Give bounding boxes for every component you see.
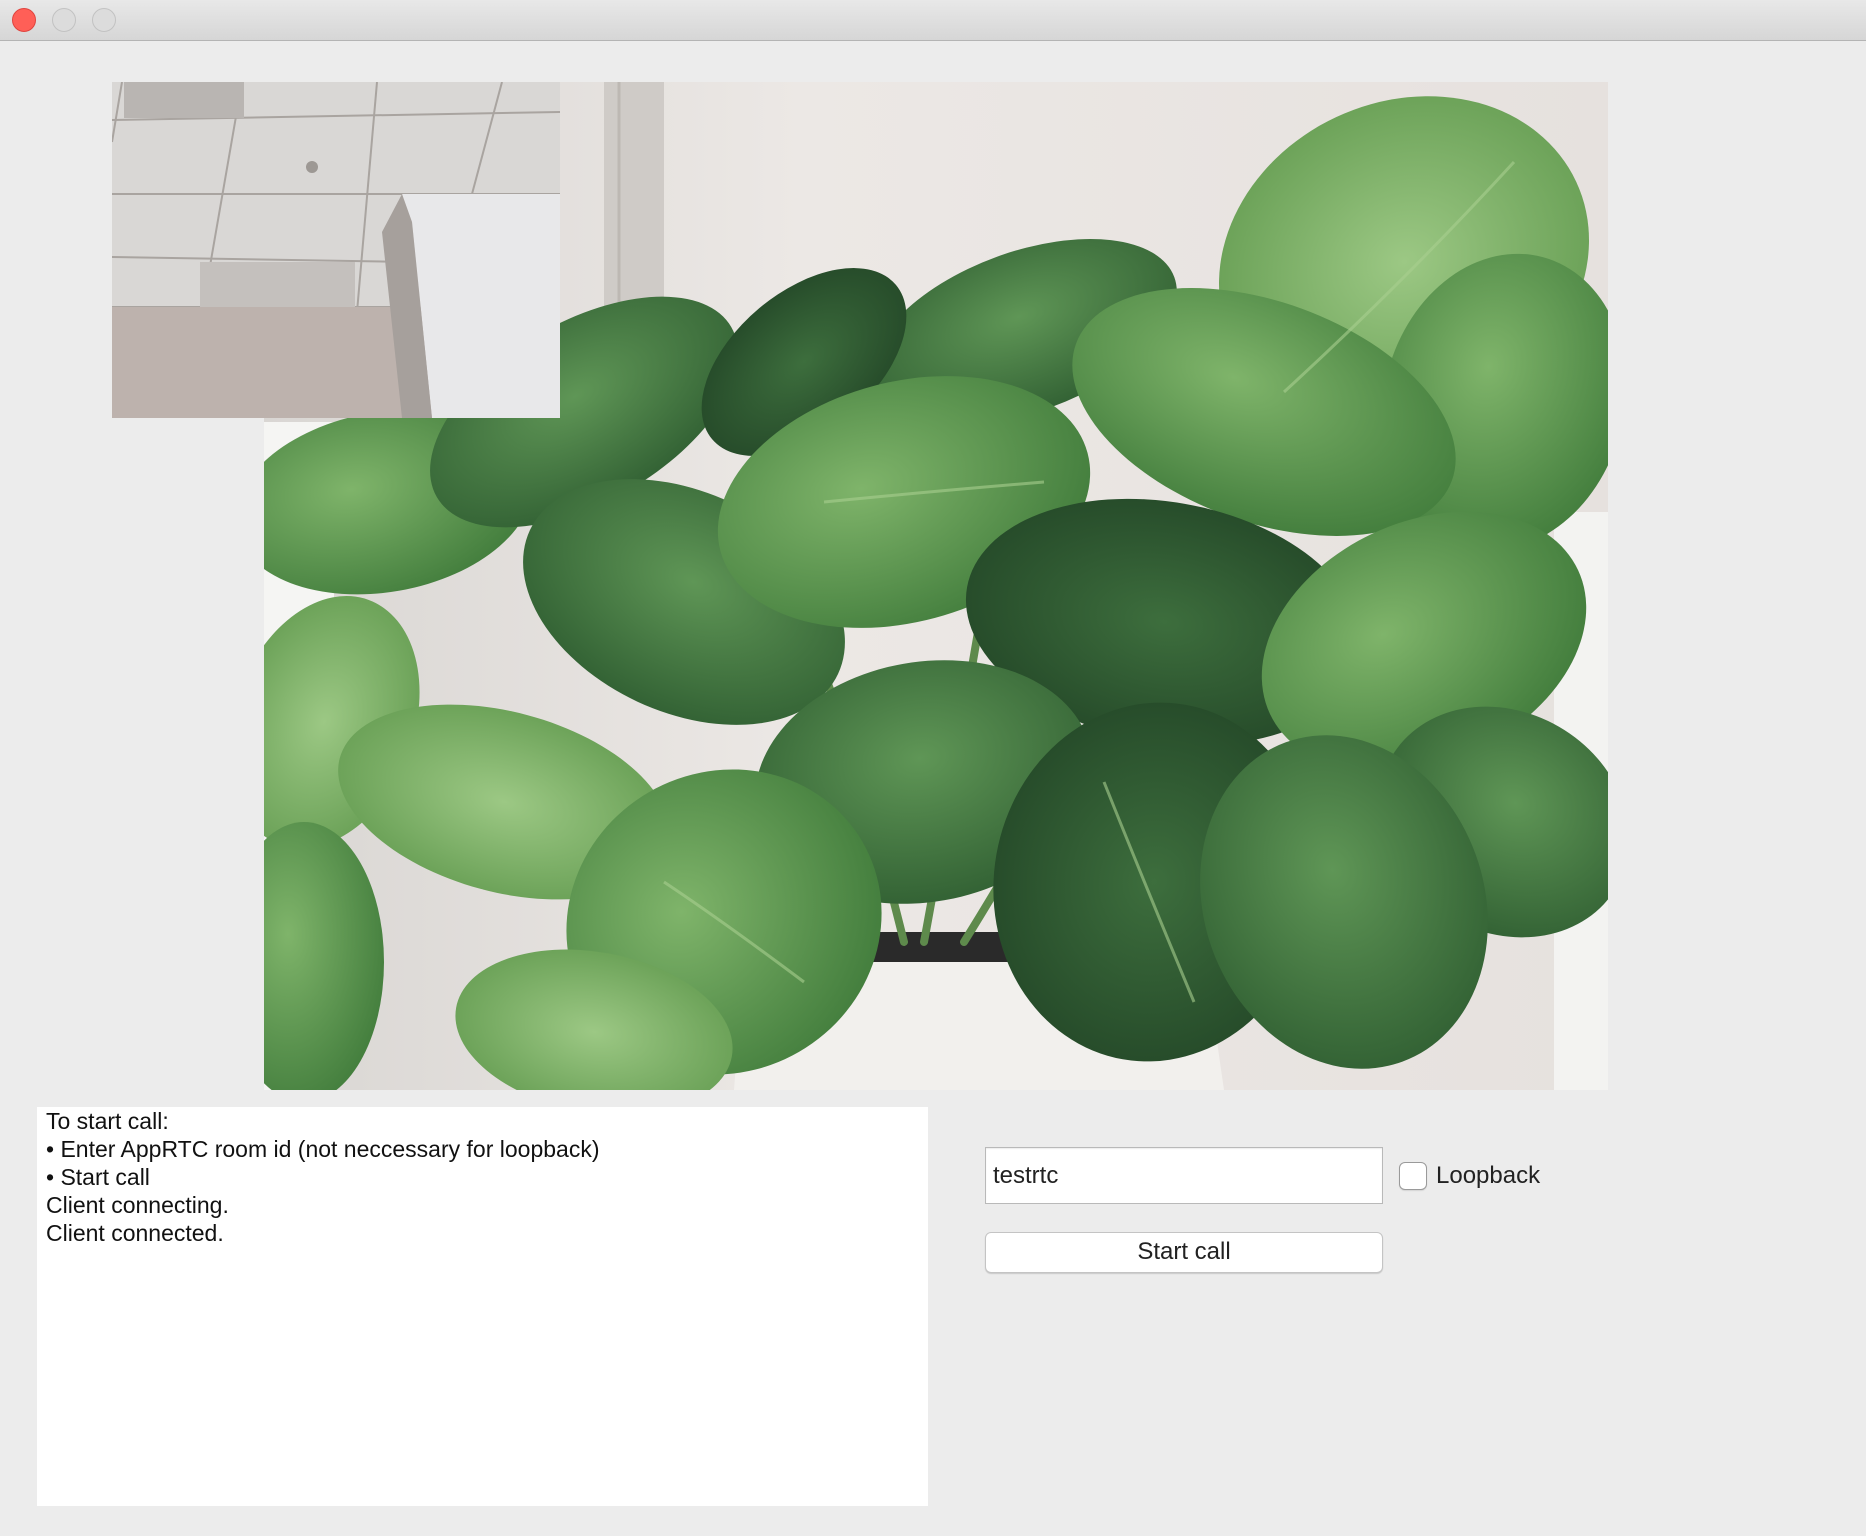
log-line: • Start call xyxy=(46,1164,150,1190)
log-line: To start call: xyxy=(46,1108,169,1134)
log-line: Client connecting. xyxy=(46,1192,229,1218)
local-video-frame xyxy=(112,82,560,418)
loopback-label: Loopback xyxy=(1436,1162,1541,1189)
window-minimize-button[interactable] xyxy=(52,8,76,32)
loopback-checkbox[interactable] xyxy=(1399,1162,1427,1190)
window-zoom-button[interactable] xyxy=(92,8,116,32)
log-line: • Enter AppRTC room id (not neccessary f… xyxy=(46,1136,600,1162)
local-video-view xyxy=(112,82,560,418)
room-id-input[interactable] xyxy=(985,1147,1383,1204)
log-panel: To start call: • Enter AppRTC room id (n… xyxy=(37,1107,928,1506)
start-call-button[interactable]: Start call xyxy=(985,1232,1383,1273)
loopback-checkbox-group[interactable]: Loopback xyxy=(1399,1162,1540,1190)
log-line: Client connected. xyxy=(46,1220,224,1246)
title-bar xyxy=(0,0,1866,41)
window-close-button[interactable] xyxy=(12,8,36,32)
